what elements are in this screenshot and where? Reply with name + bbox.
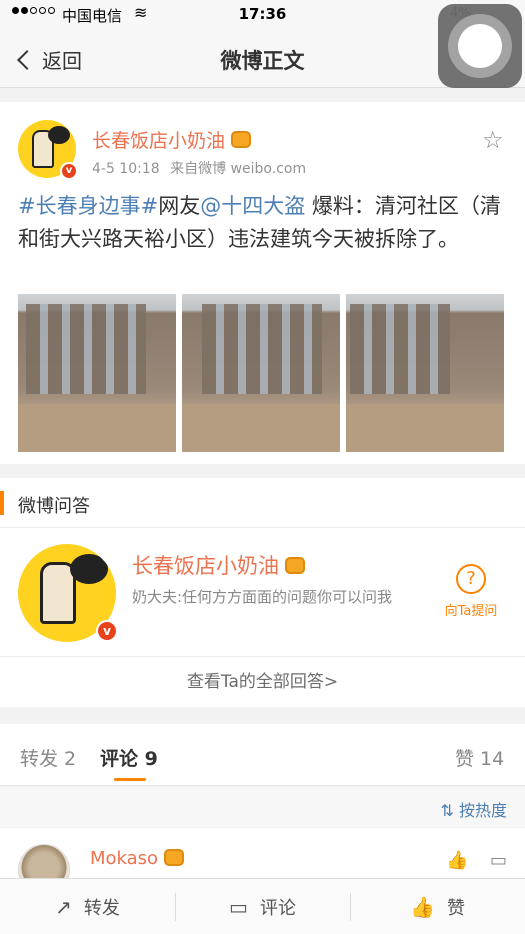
active-tab-indicator <box>114 778 146 781</box>
post-card: v 长春饭店小奶油 4-5 10:18 来自微博 weibo.com ☆ #长春… <box>0 102 525 464</box>
qa-name[interactable]: 长春饭店小奶油 <box>132 550 305 580</box>
ask-label: 向Ta提问 <box>444 604 498 619</box>
comment-icon: ▭ <box>229 895 248 919</box>
view-all-answers-link[interactable]: 查看Ta的全部回答> <box>0 656 525 707</box>
qa-title: 微博问答 <box>18 496 90 517</box>
like-label: 赞 <box>446 898 465 919</box>
like-button[interactable]: 👍 赞 <box>350 879 525 934</box>
question-icon: ? <box>456 564 486 594</box>
commenter-name-text: Mokaso <box>90 848 159 869</box>
comment-label: 评论 <box>259 898 296 919</box>
favorite-star-icon[interactable]: ☆ <box>482 126 504 154</box>
verified-icon: v <box>96 620 118 642</box>
sort-bar: ⇅ 按热度 <box>0 787 525 827</box>
sort-icon: ⇅ <box>440 801 459 820</box>
qa-section: 微博问答 v 长春饭店小奶油 奶大夫:任何方方面面的问题你可以问我 ? 向Ta提… <box>0 478 525 707</box>
post-meta: 4-5 10:18 来自微博 weibo.com <box>92 158 306 178</box>
post-time: 4-5 10:18 <box>92 161 160 177</box>
qa-accent-bar <box>0 491 4 515</box>
avatar-bubble <box>70 554 108 584</box>
repost-button[interactable]: ↗ 转发 <box>0 879 175 934</box>
sort-label: 按热度 <box>458 801 507 820</box>
tab-like[interactable]: 赞 14 <box>455 744 504 771</box>
ask-question-button[interactable]: ? 向Ta提问 <box>436 564 506 619</box>
post-image-2[interactable] <box>182 294 340 452</box>
comment-like-icon[interactable]: 👍 <box>446 850 468 871</box>
tab-repost[interactable]: 转发 2 <box>20 744 76 771</box>
assistive-touch-button[interactable] <box>438 4 522 88</box>
vip-crown-icon <box>231 131 252 148</box>
tab-comment[interactable]: 评论 9 <box>100 744 158 771</box>
verified-icon: v <box>60 162 78 180</box>
vip-crown-icon <box>164 848 185 866</box>
author-name-text: 长春饭店小奶油 <box>92 130 226 152</box>
post-source: 来自微博 weibo.com <box>170 161 307 177</box>
comment-item: Mokaso 👍 ▭ <box>0 828 525 896</box>
comment-button[interactable]: ▭ 评论 <box>175 879 350 934</box>
sort-button[interactable]: ⇅ 按热度 <box>440 797 507 821</box>
post-text: #长春身边事#网友@十四大盗 爆料：清河社区（清和街大兴路天裕小区）违法建筑今天… <box>18 190 510 256</box>
bottom-toolbar: ↗ 转发 ▭ 评论 👍 赞 <box>0 878 525 934</box>
repost-label: 转发 <box>83 898 120 919</box>
avatar-bubble <box>48 126 70 144</box>
qa-header: 微博问答 <box>0 478 525 528</box>
post-image-1[interactable] <box>18 294 176 452</box>
post-text-middle: 网友 <box>158 194 201 218</box>
post-images <box>18 294 504 452</box>
comment-reply-icon[interactable]: ▭ <box>490 850 507 871</box>
repost-icon: ↗ <box>55 895 72 919</box>
detail-tabs: 转发 2 评论 9 赞 14 <box>0 724 525 786</box>
hashtag-link[interactable]: #长春身边事# <box>18 194 158 218</box>
vip-crown-icon <box>285 556 305 574</box>
commenter-name[interactable]: Mokaso <box>90 848 185 869</box>
post-image-3[interactable] <box>346 294 504 452</box>
author-name[interactable]: 长春饭店小奶油 <box>92 126 252 153</box>
thumbs-up-icon: 👍 <box>410 895 435 919</box>
mention-link[interactable]: @十四大盗 <box>200 194 305 218</box>
qa-description: 奶大夫:任何方方面面的问题你可以问我 <box>132 588 393 606</box>
qa-name-text: 长春饭店小奶油 <box>132 554 279 578</box>
assistive-core <box>458 24 502 68</box>
